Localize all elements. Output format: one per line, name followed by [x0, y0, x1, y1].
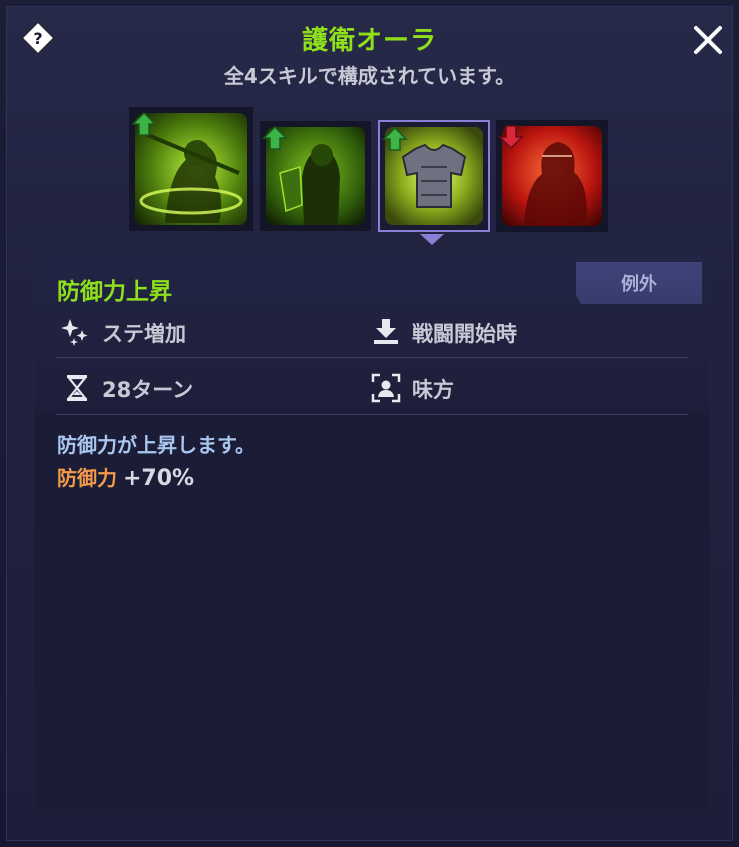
exception-badge: 例外 [576, 262, 702, 304]
hourglass-icon [66, 375, 88, 401]
skill-slot-4[interactable] [496, 120, 608, 232]
stat-name: 防御力 [57, 466, 117, 490]
effect-stat-line: 防御力 +70% [57, 462, 194, 491]
effect-type-label: ステ増加 [102, 322, 186, 346]
row-divider [56, 414, 688, 415]
skill-slot-2[interactable] [260, 121, 371, 231]
effect-duration-label: 28ターン [102, 378, 194, 402]
selected-skill-pointer [420, 234, 444, 245]
skill-slot-1[interactable] [129, 107, 253, 231]
effect-timing-label: 戦闘開始時 [412, 322, 517, 346]
effect-description: 防御力が上昇します。 [57, 433, 255, 457]
buff-up-arrow-icon [382, 126, 408, 151]
stat-value: +70% [123, 466, 195, 491]
buff-up-arrow-icon [131, 111, 157, 136]
skill-set-subtitle: 全4スキルで構成されています。 [223, 64, 516, 88]
debuff-down-arrow-icon [498, 125, 524, 150]
effect-target-label: 味方 [412, 378, 454, 402]
row-divider [56, 357, 688, 358]
skill-slot-3-selected[interactable] [378, 120, 490, 232]
sparkle-icon [61, 319, 88, 346]
buff-up-arrow-icon [262, 125, 288, 150]
effect-title: 防御力上昇 [57, 279, 172, 305]
download-tray-icon [374, 319, 398, 344]
person-frame-icon [371, 373, 401, 403]
skill-set-title: 護衛オーラ [301, 26, 437, 56]
